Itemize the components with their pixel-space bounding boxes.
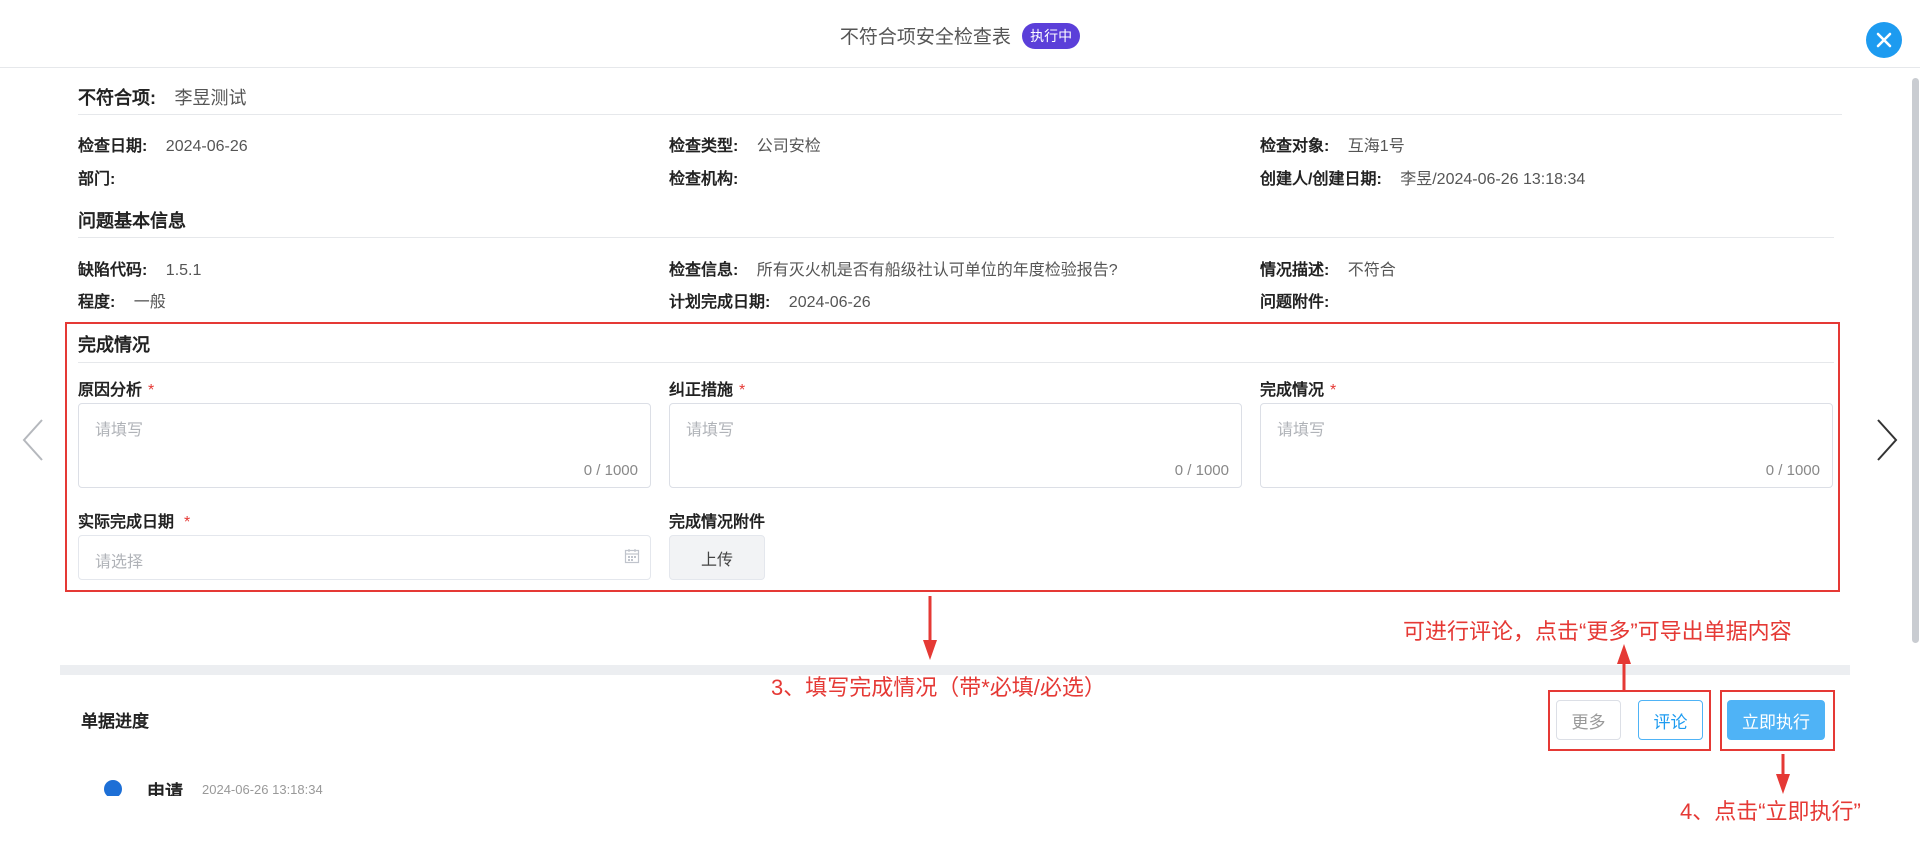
actual-date-label: 实际完成日期 * xyxy=(78,514,191,531)
step-time: 2024-06-26 13:18:34 xyxy=(202,782,323,796)
completion-attach-label: 完成情况附件 xyxy=(669,514,766,531)
plan-date-label: 计划完成日期: xyxy=(669,294,771,311)
execute-button[interactable]: 立即执行 xyxy=(1727,700,1825,740)
degree-value: 一般 xyxy=(133,294,166,311)
close-button[interactable] xyxy=(1866,22,1902,58)
placeholder: 请填写 xyxy=(686,422,735,439)
divider xyxy=(78,362,1834,363)
degree-label: 程度: xyxy=(78,294,116,311)
scrollbar[interactable] xyxy=(1912,78,1919,643)
plan-date: 计划完成日期: 2024-06-26 xyxy=(669,288,871,312)
item-row: 不符合项: 李昱测试 xyxy=(78,84,246,110)
creator-value: 李昱/2024-06-26 13:18:34 xyxy=(1400,171,1586,188)
measure-label: 纠正措施 * xyxy=(669,382,746,399)
dept: 部门: xyxy=(78,165,115,189)
check-target-value: 互海1号 xyxy=(1347,138,1405,155)
char-counter: 0 / 1000 xyxy=(1174,462,1229,479)
creator-label: 创建人/创建日期: xyxy=(1260,171,1382,188)
dialog-header: 不符合项安全检查表 执行中 xyxy=(0,0,1920,68)
desc-label: 情况描述: xyxy=(1260,262,1330,279)
char-counter: 0 / 1000 xyxy=(583,462,638,479)
check-date: 检查日期: 2024-06-26 xyxy=(78,132,248,156)
prev-arrow[interactable] xyxy=(20,418,46,467)
item-value: 李昱测试 xyxy=(174,88,247,108)
status-textarea[interactable]: 请填写 0 / 1000 xyxy=(1260,403,1833,488)
required-mark: * xyxy=(1330,382,1337,399)
next-arrow[interactable] xyxy=(1874,418,1900,467)
cause-textarea[interactable]: 请填写 0 / 1000 xyxy=(78,403,651,488)
required-mark: * xyxy=(739,382,746,399)
annotation-arrow-down xyxy=(1776,754,1790,794)
close-icon xyxy=(1876,32,1892,48)
desc-value: 不符合 xyxy=(1347,262,1396,279)
check-target-label: 检查对象: xyxy=(1260,138,1330,155)
placeholder: 请选择 xyxy=(95,554,144,571)
defect-code-value: 1.5.1 xyxy=(165,262,202,279)
check-circle-icon xyxy=(104,780,122,796)
char-counter: 0 / 1000 xyxy=(1765,462,1820,479)
degree: 程度: 一般 xyxy=(78,288,166,312)
progress-step: 申请 2024-06-26 13:18:34 xyxy=(104,778,404,796)
divider xyxy=(78,237,1834,238)
required-mark: * xyxy=(184,514,191,531)
annotation-step4: 4、点击“立即执行” xyxy=(1680,799,1861,824)
check-info-value: 所有灭火机是否有船级社认可单位的年度检验报告? xyxy=(756,262,1118,279)
chevron-left-icon xyxy=(22,419,43,461)
measure-textarea[interactable]: 请填写 0 / 1000 xyxy=(669,403,1242,488)
check-date-value: 2024-06-26 xyxy=(165,138,248,155)
cause-label: 原因分析 * xyxy=(78,382,155,399)
annotation-arrow-up xyxy=(1617,644,1631,692)
completion-section-title: 完成情况 xyxy=(78,335,150,355)
status-label: 完成情况 * xyxy=(1260,382,1337,399)
org-label: 检查机构: xyxy=(669,171,739,188)
comment-button[interactable]: 评论 xyxy=(1638,700,1703,740)
step-name: 申请 xyxy=(147,782,183,796)
defect-code: 缺陷代码: 1.5.1 xyxy=(78,256,201,280)
placeholder: 请填写 xyxy=(1277,422,1326,439)
required-mark: * xyxy=(148,382,155,399)
problem-attach: 问题附件: xyxy=(1260,288,1329,312)
problem-section-title: 问题基本信息 xyxy=(78,211,186,231)
org: 检查机构: xyxy=(669,165,738,189)
divider xyxy=(78,114,1842,115)
status-badge: 执行中 xyxy=(1022,22,1081,49)
dept-label: 部门: xyxy=(78,171,116,188)
check-type-value: 公司安检 xyxy=(756,138,821,155)
check-date-label: 检查日期: xyxy=(78,138,148,155)
check-info: 检查信息: 所有灭火机是否有船级社认可单位的年度检验报告? xyxy=(669,256,1118,280)
creator: 创建人/创建日期: 李昱/2024-06-26 13:18:34 xyxy=(1260,165,1585,189)
chevron-right-icon xyxy=(1877,419,1898,461)
calendar-icon xyxy=(624,548,640,569)
check-type: 检查类型: 公司安检 xyxy=(669,132,821,156)
annotation-arrow-down xyxy=(923,596,937,660)
plan-date-value: 2024-06-26 xyxy=(788,294,871,311)
check-info-label: 检查信息: xyxy=(669,262,739,279)
placeholder: 请填写 xyxy=(95,422,144,439)
upload-button[interactable]: 上传 xyxy=(669,535,765,580)
actual-date-picker[interactable]: 请选择 xyxy=(78,535,651,580)
desc: 情况描述: 不符合 xyxy=(1260,256,1396,280)
annotation-step3: 3、填写完成情况（带*必填/必选） xyxy=(771,675,1106,700)
check-type-label: 检查类型: xyxy=(669,138,739,155)
annotation-more-hint: 可进行评论，点击“更多”可导出单据内容 xyxy=(1403,619,1792,644)
problem-attach-label: 问题附件: xyxy=(1260,294,1330,311)
more-button[interactable]: 更多 xyxy=(1556,700,1621,740)
progress-title: 单据进度 xyxy=(81,712,149,731)
item-label: 不符合项: xyxy=(78,88,156,108)
defect-code-label: 缺陷代码: xyxy=(78,262,148,279)
check-target: 检查对象: 互海1号 xyxy=(1260,132,1405,156)
dialog-title: 不符合项安全检查表 xyxy=(839,27,1011,48)
title-wrap: 不符合项安全检查表 执行中 xyxy=(0,22,1920,49)
